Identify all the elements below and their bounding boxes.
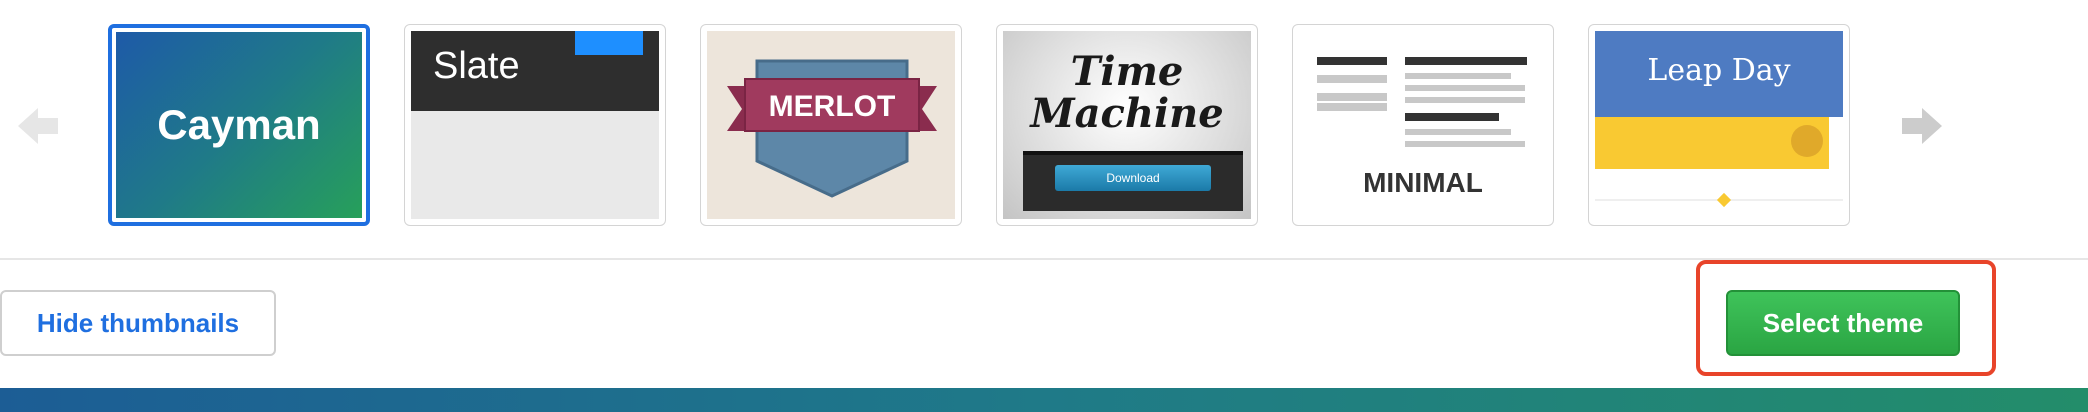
minimal-line — [1405, 57, 1527, 65]
minimal-line — [1317, 57, 1387, 65]
theme-label-cayman: Cayman — [157, 101, 321, 148]
theme-thumbnail-leap-day[interactable]: Leap Day — [1588, 24, 1850, 226]
minimal-line — [1317, 75, 1387, 83]
arrow-left-icon — [18, 108, 58, 144]
theme-thumbnail-cayman[interactable]: Cayman — [108, 24, 370, 226]
merlot-shield-graphic: MERLOT — [727, 59, 937, 198]
theme-label-merlot: MERLOT — [769, 90, 896, 123]
minimal-line — [1317, 93, 1387, 101]
minimal-line — [1405, 85, 1525, 91]
slate-body — [411, 111, 659, 219]
leap-day-diamond-icon — [1716, 192, 1732, 208]
time-machine-bar: Download — [1023, 151, 1243, 211]
theme-thumbnail-minimal[interactable]: MINIMAL — [1292, 24, 1554, 226]
minimal-line — [1317, 103, 1387, 111]
hide-thumbnails-button[interactable]: Hide thumbnails — [0, 290, 276, 356]
theme-label-minimal: MINIMAL — [1363, 167, 1483, 198]
minimal-line — [1405, 113, 1499, 121]
carousel-next-button[interactable] — [1898, 104, 1942, 148]
minimal-line — [1405, 97, 1525, 103]
github-octocat-icon — [1791, 125, 1823, 157]
slate-accent-tab — [575, 31, 643, 55]
page-header-gradient — [0, 388, 2088, 412]
time-machine-download-preview: Download — [1055, 165, 1211, 191]
carousel-prev-button[interactable] — [18, 104, 62, 148]
minimal-line — [1405, 141, 1525, 147]
theme-thumbnail-slate[interactable]: Slate — [404, 24, 666, 226]
theme-label-time-machine: Time Machine — [1030, 48, 1224, 137]
minimal-line — [1405, 129, 1511, 135]
theme-label-leap-day: Leap Day — [1647, 53, 1791, 88]
theme-thumbnail-merlot[interactable]: MERLOT — [700, 24, 962, 226]
arrow-right-icon — [1902, 108, 1942, 144]
theme-thumbnail-time-machine[interactable]: Time Machine Download — [996, 24, 1258, 226]
minimal-line — [1405, 73, 1511, 79]
select-theme-button[interactable]: Select theme — [1726, 290, 1960, 356]
theme-label-slate: Slate — [433, 45, 520, 87]
